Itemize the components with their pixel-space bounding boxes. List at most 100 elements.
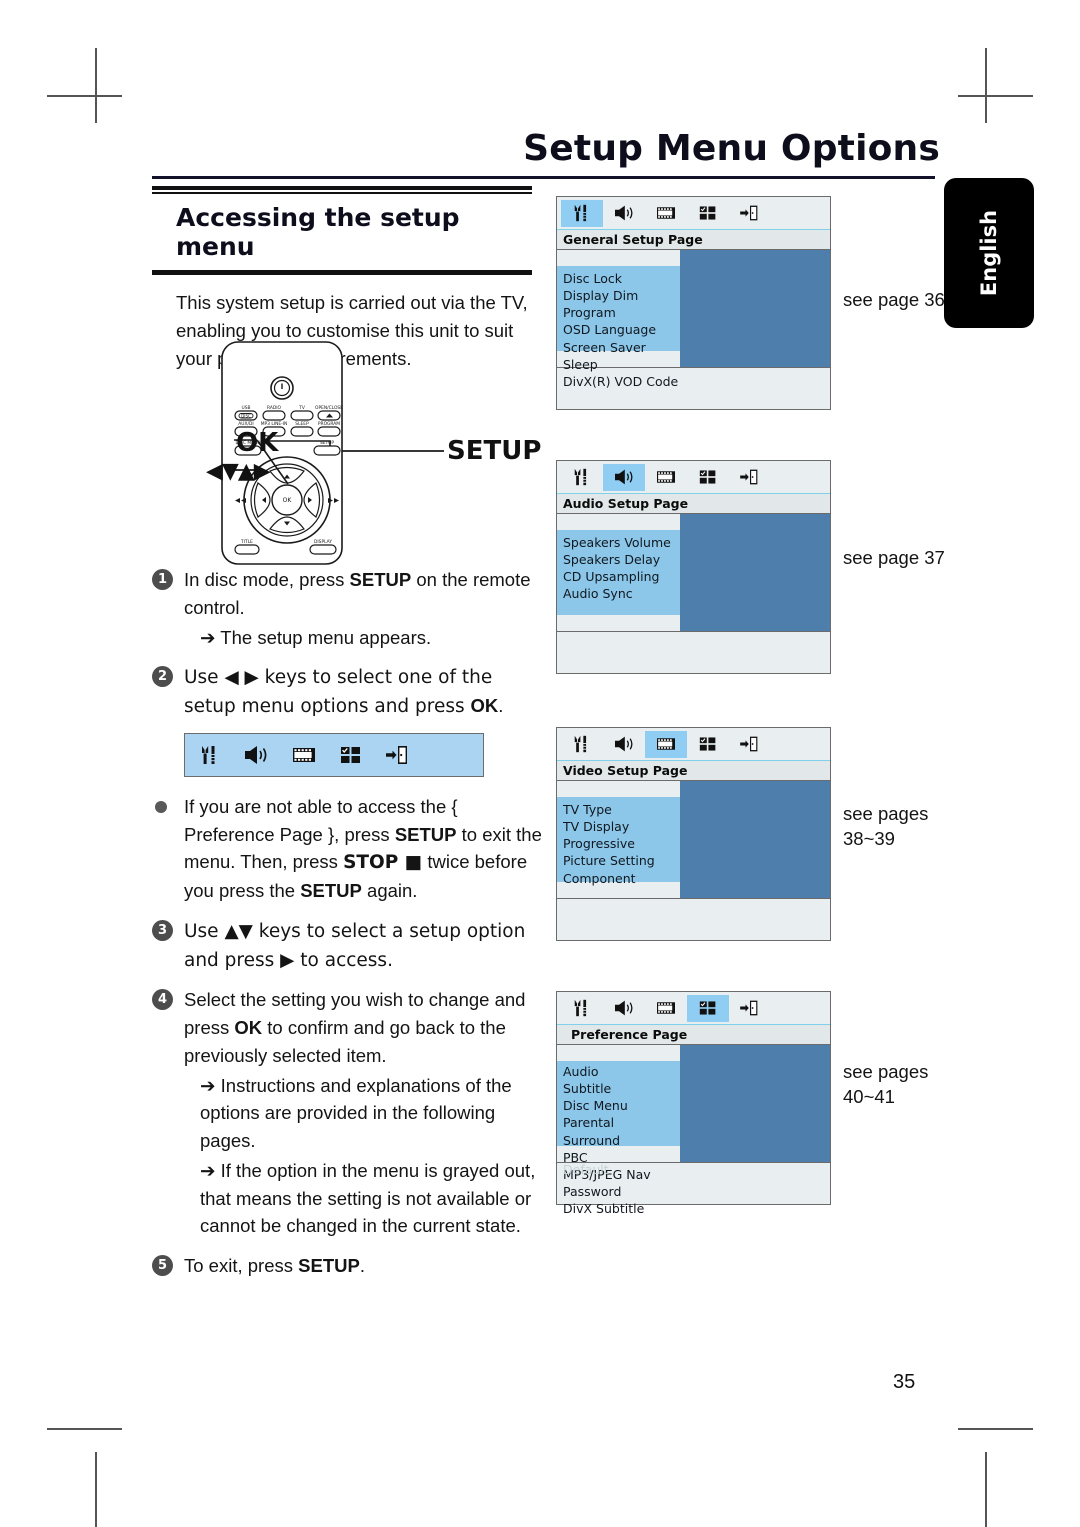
tab-video-setup[interactable] [645, 464, 687, 491]
svg-text:MP3 LINE-IN: MP3 LINE-IN [261, 421, 288, 427]
panel-footer-video [557, 898, 830, 938]
crop-mark-top-left-h [47, 95, 122, 97]
callout-setup-label: SETUP [447, 436, 542, 466]
list-item[interactable]: Audio Sync [563, 585, 680, 602]
panel-title-video: Video Setup Page [557, 761, 830, 781]
svg-text:SLEEP: SLEEP [295, 421, 309, 427]
panel-body-preference: Audio Subtitle Disc Menu Parental Surrou… [557, 1045, 830, 1216]
list-item[interactable]: Speakers Volume [563, 534, 680, 551]
tab-preference[interactable] [687, 994, 729, 1022]
list-item[interactable]: TV Display [563, 818, 680, 835]
tab-video-setup[interactable] [645, 730, 687, 758]
panel-tab-strip-video[interactable] [557, 728, 830, 761]
panel-footer-audio [557, 631, 830, 671]
list-item[interactable]: Password [563, 1183, 680, 1200]
step-number-4: 4 [152, 989, 173, 1011]
list-item[interactable]: DivX Subtitle [563, 1200, 680, 1217]
panel-title-general: General Setup Page [557, 230, 830, 250]
panel-tab-strip-preference[interactable] [557, 992, 830, 1025]
step-3: 3 Use ▲▼ keys to select a setup option a… [152, 917, 542, 975]
step-4-result-2: ➔ If the option in the menu is grayed ou… [200, 1159, 536, 1237]
step-4-bold-ok: OK [234, 1017, 263, 1038]
tab-general-setup[interactable] [561, 731, 603, 758]
panel-audio-setup[interactable]: Audio Setup Page Speakers Volume Speaker… [556, 460, 831, 674]
crop-mark-bottom-left-h [47, 1428, 122, 1430]
list-item[interactable]: Progressive [563, 835, 680, 852]
list-item[interactable]: Audio [563, 1063, 680, 1080]
list-item[interactable]: Subtitle [563, 1080, 680, 1097]
step-2-bold-ok: OK [470, 695, 499, 716]
list-item[interactable]: TV Type [563, 801, 680, 818]
step-1: 1 In disc mode, press SETUP on the remot… [152, 566, 542, 651]
tab-exit-setup[interactable] [729, 200, 771, 227]
film-icon[interactable] [291, 744, 317, 766]
panel-video-setup[interactable]: Video Setup Page TV Type TV Display Prog… [556, 727, 831, 941]
callout-ok-label: OK [236, 428, 279, 458]
list-item[interactable]: Surround [563, 1132, 680, 1149]
tab-audio-setup[interactable] [603, 995, 645, 1022]
panel-list-general[interactable]: Disc Lock Display Dim Program OSD Langua… [557, 266, 680, 389]
language-tab-label: English [977, 209, 1001, 297]
header-divider [152, 176, 935, 179]
list-item[interactable]: Display Dim [563, 287, 680, 304]
list-item[interactable]: Disc Menu [563, 1097, 680, 1114]
crop-mark-bottom-right-h [958, 1428, 1033, 1430]
panel-list-video[interactable]: TV Type TV Display Progressive Picture S… [557, 797, 680, 886]
panel-tab-strip-audio[interactable] [557, 461, 830, 494]
speaker-icon[interactable] [243, 744, 269, 766]
list-item[interactable]: Sleep [563, 356, 680, 373]
tab-preference[interactable] [687, 200, 729, 227]
list-item[interactable]: Speakers Delay [563, 551, 680, 568]
panel-general-setup[interactable]: General Setup Page Disc Lock Display Dim… [556, 196, 831, 410]
bullet-bold-setup-1: SETUP [394, 823, 457, 845]
tab-video-setup[interactable] [645, 995, 687, 1022]
list-item[interactable]: Parental [563, 1114, 680, 1131]
tools-icon[interactable] [199, 744, 221, 766]
step-number-1: 1 [152, 569, 173, 590]
setup-menu-icon-bar[interactable] [184, 732, 484, 777]
list-item[interactable]: Picture Setting [563, 852, 680, 869]
instruction-steps: 1 In disc mode, press SETUP on the remot… [152, 566, 542, 1292]
section-heading: Accessing the setup menu [176, 202, 460, 261]
bullet-bold-stop: STOP ■ [343, 852, 423, 874]
list-item[interactable]: Component [563, 870, 680, 887]
svg-text:TITLE: TITLE [240, 539, 253, 545]
crop-mark-bottom-right-v [985, 1452, 987, 1527]
tab-exit-setup[interactable] [729, 995, 771, 1022]
see-pages-video: see pages 38~39 [843, 803, 929, 849]
tab-preference[interactable] [687, 464, 729, 491]
list-item[interactable]: DivX(R) VOD Code [563, 373, 680, 390]
svg-text:DISC: DISC [241, 414, 251, 419]
step-5-text-a: To exit, press [184, 1255, 299, 1276]
panel-list-audio[interactable]: Speakers Volume Speakers Delay CD Upsamp… [557, 530, 680, 615]
tab-video-setup[interactable] [645, 200, 687, 227]
list-item[interactable]: OSD Language [563, 321, 680, 338]
list-item[interactable]: Disc Lock [563, 270, 680, 287]
panel-value-area-audio [679, 514, 830, 631]
list-item[interactable]: Screen Saver [563, 339, 680, 356]
grid-icon[interactable] [339, 744, 363, 766]
tab-general-setup[interactable] [561, 464, 603, 491]
tab-exit-setup[interactable] [729, 731, 771, 758]
step-5-text-b: . [359, 1255, 365, 1276]
tab-audio-setup[interactable] [603, 731, 645, 758]
bullet-text-d: again. [361, 880, 418, 901]
panel-list-preference[interactable]: Audio Subtitle Disc Menu Parental Surrou… [557, 1061, 680, 1216]
step-number-2: 2 [152, 666, 173, 688]
see-pages-preference: see pages 40~41 [843, 1061, 929, 1107]
crop-mark-top-right-v [985, 48, 987, 123]
heading-rule-top [152, 186, 532, 190]
panel-tab-strip-general[interactable] [557, 197, 830, 230]
tab-general-setup[interactable] [561, 199, 603, 227]
tab-audio-setup[interactable] [603, 463, 645, 491]
panel-preference[interactable]: Preference Page Audio Subtitle Disc Menu… [556, 991, 831, 1216]
tab-preference[interactable] [687, 731, 729, 758]
tab-exit-setup[interactable] [729, 464, 771, 491]
list-item[interactable]: Program [563, 304, 680, 321]
svg-text:DISPLAY: DISPLAY [314, 539, 332, 545]
tab-audio-setup[interactable] [603, 200, 645, 227]
list-item[interactable]: CD Upsampling [563, 568, 680, 585]
tab-general-setup[interactable] [561, 995, 603, 1022]
exit-icon[interactable] [385, 744, 411, 766]
step-1-text-a: In disc mode, press [184, 569, 350, 590]
